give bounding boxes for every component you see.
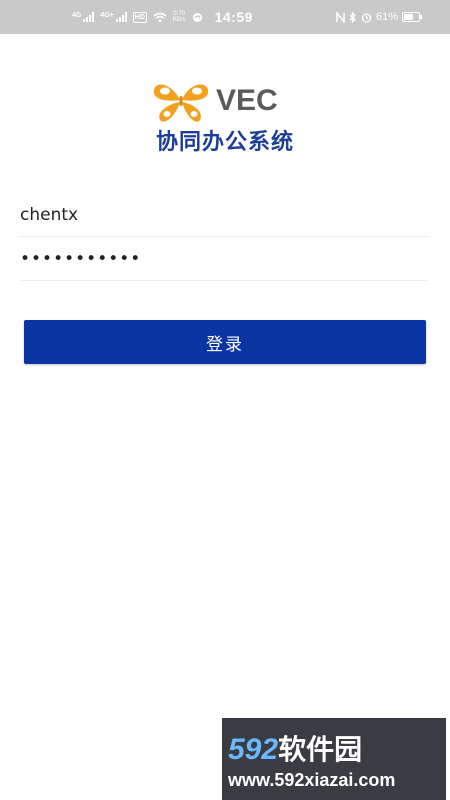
signal-bars-icon [83,12,95,22]
logo-text: VEC [216,84,278,117]
signal-4g-plus: 4G+ [100,12,127,22]
battery-icon [402,12,422,22]
username-input[interactable] [20,194,428,236]
watermark-url: www.592xiazai.com [228,770,396,790]
signal-bars-icon [115,12,127,22]
butterfly-logo-icon [153,84,209,122]
password-input[interactable] [20,238,428,280]
battery-level-fill [404,14,413,20]
status-right: 61% [336,7,422,27]
bluetooth-icon [349,11,356,23]
wifi-icon [153,12,167,22]
network-type-label: 4G+ [100,12,114,19]
network-type-label: 4G [72,12,82,19]
login-button[interactable]: 登录 [24,320,426,364]
system-title: 协同办公系统 [155,130,294,155]
nfc-icon [336,11,345,23]
network-speed: 0.70 KB/s [173,11,186,23]
hd-icon: HD [132,11,147,23]
watermark-title: 592软件园 [228,728,362,768]
data-saver-icon [192,12,202,22]
watermark-digits: 592 [228,733,279,766]
status-bar: 4G 4G+ HD 0.70 KB/s 14:59 61% [0,0,450,34]
watermark-cn: 软件园 [278,734,363,765]
battery-percent: 61% [375,11,398,23]
app-logo: VEC [150,78,278,124]
status-time: 14:59 [214,9,253,25]
status-left: 4G 4G+ HD 0.70 KB/s 14:59 [72,7,253,27]
signal-4g: 4G [72,12,95,22]
password-field [20,238,428,281]
username-field [20,194,428,237]
speed-unit: KB/s [172,17,186,23]
watermark: 592软件园 www.592xiazai.com [222,718,446,800]
alarm-icon [361,12,372,23]
